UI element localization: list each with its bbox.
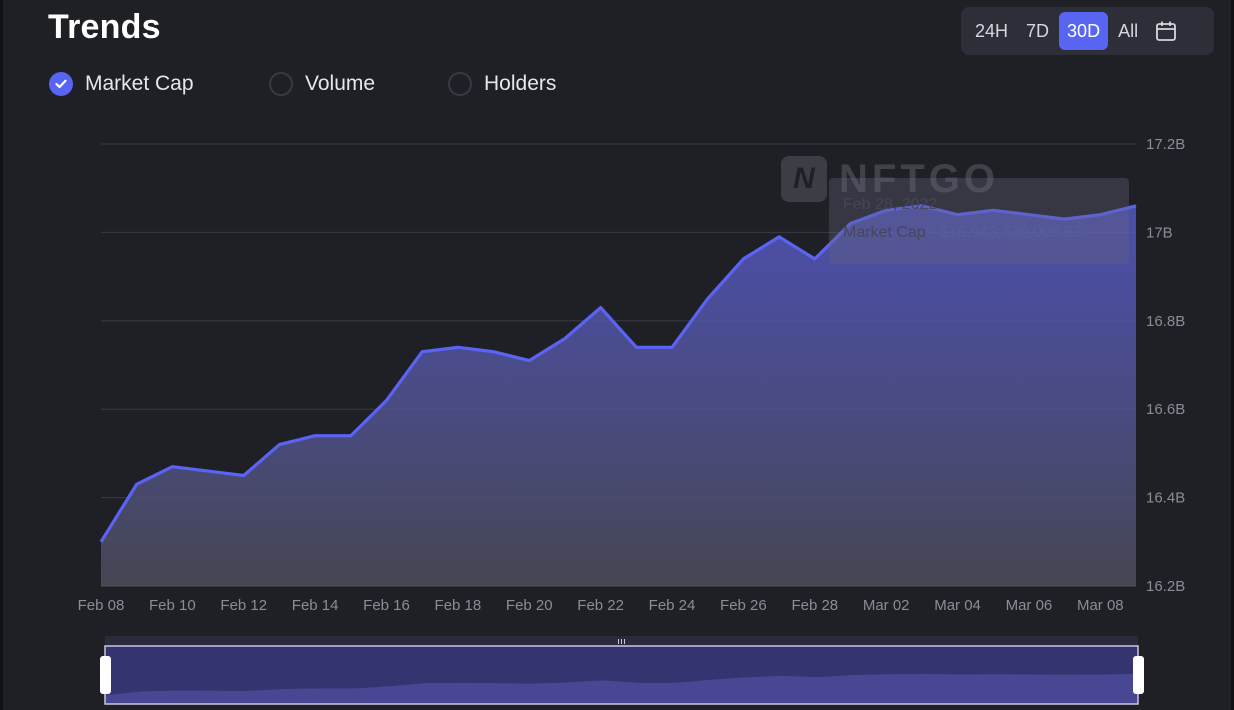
x-tick-label: Feb 10	[149, 597, 196, 614]
range-30d-button[interactable]: 30D	[1059, 12, 1109, 50]
tooltip-label: Market Cap	[843, 224, 926, 241]
chart-tooltip: Feb 28, 2022 Market Cap $16,943,430,009.…	[829, 178, 1129, 264]
nftgo-logo-icon: N	[781, 156, 827, 202]
metric-holders[interactable]: Holders	[448, 72, 556, 96]
x-tick-label: Mar 04	[934, 597, 981, 614]
range-24h-button[interactable]: 24H	[967, 12, 1016, 50]
x-tick-label: Feb 20	[506, 597, 553, 614]
time-range-selector: 24H 7D 30D All	[961, 7, 1214, 55]
metric-label: Holders	[484, 72, 557, 95]
x-tick-label: Feb 12	[220, 597, 267, 614]
metric-market-cap[interactable]: Market Cap	[49, 72, 194, 96]
y-tick-label: 16.6B	[1146, 401, 1185, 418]
y-tick-label: 16.2B	[1146, 578, 1185, 595]
y-tick-label: 16.4B	[1146, 490, 1185, 507]
x-tick-label: Mar 02	[863, 597, 910, 614]
x-tick-label: Mar 06	[1006, 597, 1053, 614]
x-tick-label: Feb 08	[78, 597, 125, 614]
tooltip-value: $16,943,430,009.53	[939, 224, 1083, 241]
x-tick-label: Mar 08	[1077, 597, 1124, 614]
x-tick-label: Feb 24	[649, 597, 696, 614]
x-tick-label: Feb 18	[435, 597, 482, 614]
checkbox-checked-icon	[49, 72, 73, 96]
tooltip-date: Feb 28, 2022	[843, 196, 938, 213]
calendar-icon[interactable]	[1148, 12, 1184, 50]
metric-label: Volume	[305, 72, 376, 95]
metric-volume[interactable]: Volume	[269, 72, 375, 96]
x-tick-label: Feb 22	[577, 597, 624, 614]
radio-unchecked-icon	[269, 72, 293, 96]
y-tick-label: 17.2B	[1146, 136, 1185, 153]
range-all-button[interactable]: All	[1110, 12, 1146, 50]
navigator-left-handle[interactable]	[100, 656, 111, 694]
metric-label: Market Cap	[85, 72, 194, 95]
range-7d-button[interactable]: 7D	[1018, 12, 1057, 50]
page-title: Trends	[48, 8, 161, 46]
navigator-right-handle[interactable]	[1133, 656, 1144, 694]
y-tick-label: 16.8B	[1146, 313, 1185, 330]
radio-unchecked-icon	[448, 72, 472, 96]
x-tick-label: Feb 26	[720, 597, 767, 614]
x-tick-label: Feb 28	[791, 597, 838, 614]
range-navigator[interactable]	[3, 636, 1234, 710]
y-tick-label: 17B	[1146, 224, 1173, 241]
x-tick-label: Feb 14	[292, 597, 339, 614]
trends-panel: Trends 24H 7D 30D All Market Cap Volume …	[0, 0, 1234, 710]
x-tick-label: Feb 16	[363, 597, 410, 614]
